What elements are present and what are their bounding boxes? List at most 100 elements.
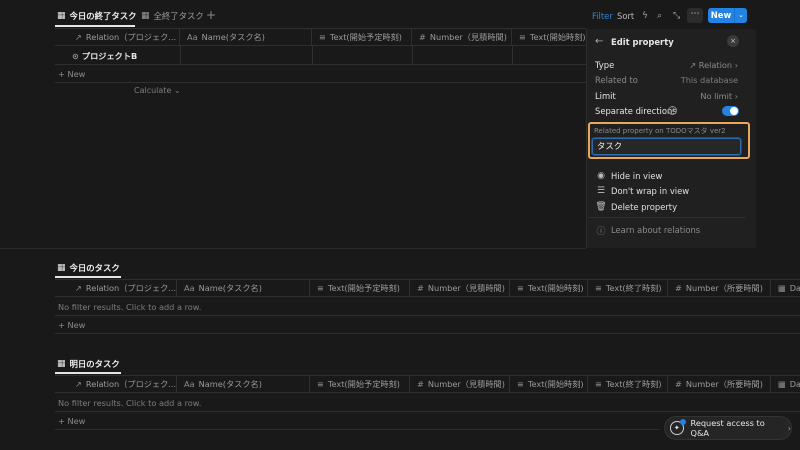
column-header[interactable]: # Number（見積時間): [412, 29, 512, 45]
column-header[interactable]: ≡ Text(開始時刻): [512, 29, 586, 45]
column-label: Number（見積時間): [427, 379, 505, 389]
column-label: Text(終了時刻): [605, 283, 662, 293]
number-icon: #: [675, 379, 682, 389]
notification-dot: [679, 419, 686, 425]
column-header[interactable]: # Number（所要時間): [668, 376, 771, 392]
section-underline: [55, 372, 121, 374]
page-link-icon: ⊙: [72, 51, 79, 61]
view-divider: [0, 248, 586, 249]
column-header[interactable]: ▦Dat: [771, 280, 800, 296]
column-header[interactable]: ≡ Text(終了時刻): [588, 280, 668, 296]
add-view-button[interactable]: +: [206, 8, 216, 22]
column-header[interactable]: # Number（見積時間): [410, 280, 510, 296]
more-options-button[interactable]: ⋯: [687, 8, 703, 23]
tab-all-done[interactable]: ▦ 全終了タスク: [141, 9, 204, 23]
active-tab-indicator: [55, 25, 135, 27]
section-underline: [55, 276, 121, 278]
table-header-row: ↗ Relation（プロジェク... Aa Name(タスク名) ≡ Text(開始…: [55, 279, 800, 297]
relation-icon: ↗: [75, 283, 82, 293]
panel-divider: [588, 217, 746, 218]
column-divider: [180, 46, 181, 64]
column-label: Name(タスク名): [201, 32, 265, 42]
filter-button[interactable]: Filter: [592, 9, 613, 23]
table-icon: ▦: [57, 11, 66, 21]
column-label: Text(開始時刻): [529, 32, 586, 42]
new-dropdown-button[interactable]: ⌄: [734, 8, 747, 23]
column-header[interactable]: ≡ Text(開始予定時刻): [310, 376, 410, 392]
sort-button[interactable]: Sort: [617, 9, 634, 23]
empty-state-message[interactable]: No filter results. Click to add a row.: [58, 398, 201, 408]
title-icon: Aa: [184, 283, 195, 293]
relation-value: プロジェクトB: [81, 51, 138, 61]
text-icon: ≡: [317, 379, 324, 389]
table-icon: ▦: [57, 263, 66, 273]
tab-today-done[interactable]: ▦ 今日の終了タスク: [57, 9, 137, 23]
calculate-button[interactable]: Calculate ⌄: [134, 86, 181, 95]
new-button-group: New ⌄: [708, 8, 747, 23]
table-header-row: ↗ Relation（プロジェク... Aa Name(タスク名) ≡ Text(開始…: [55, 375, 800, 393]
title-icon: Aa: [184, 379, 195, 389]
date-icon: ▦: [778, 379, 786, 389]
column-header[interactable]: ≡ Text(開始予定時刻): [310, 280, 410, 296]
automation-icon[interactable]: ϟ: [642, 9, 648, 23]
table-row[interactable]: ⊙ プロジェクトB: [72, 50, 137, 62]
section-title-label: 今日のタスク: [69, 263, 120, 273]
add-row-button[interactable]: + New: [58, 69, 85, 79]
request-access-button[interactable]: ✦ Request access to Q&A ›: [664, 416, 792, 440]
column-header[interactable]: ↗ Relation（プロジェク...: [55, 280, 177, 296]
lines-icon: ☰: [596, 186, 606, 196]
column-divider: [312, 46, 313, 64]
column-header[interactable]: Aa Name(タスク名): [177, 376, 310, 392]
number-icon: #: [675, 283, 682, 293]
column-header[interactable]: ≡ Text(開始時刻): [510, 376, 588, 392]
expand-icon[interactable]: ⤡: [673, 9, 680, 23]
text-icon: ≡: [595, 379, 602, 389]
number-icon: #: [417, 283, 424, 293]
column-header[interactable]: Aa Name(タスク名): [177, 280, 310, 296]
column-label: Relation（プロジェク...: [85, 379, 177, 389]
add-row-button[interactable]: + New: [58, 416, 85, 426]
add-row-button[interactable]: + New: [58, 320, 85, 330]
trash-icon: 🗑: [595, 202, 607, 212]
section-title-tomorrow[interactable]: ▦ 明日のタスク: [57, 357, 120, 371]
column-label: Number（所要時間): [685, 379, 763, 389]
related-property-input[interactable]: タスク: [592, 138, 741, 155]
column-header[interactable]: Aa Name(タスク名): [180, 29, 312, 45]
new-button[interactable]: New: [708, 8, 734, 23]
view-tab-bar: ▦ 今日の終了タスク ▦ 全終了タスク + Filter Sort ϟ ⌕ ⤡ …: [0, 0, 800, 29]
table-icon: ▦: [141, 11, 150, 21]
separate-directions-label: Separate directions: [595, 106, 677, 116]
column-label: Text(開始予定時刻): [329, 32, 402, 42]
menu-item-label: Hide in view: [611, 171, 663, 181]
column-header[interactable]: ≡ Text(開始時刻): [510, 280, 588, 296]
hide-in-view-item[interactable]: ◉ Hide in view: [595, 170, 662, 182]
column-header[interactable]: ≡ Text(開始予定時刻): [312, 29, 412, 45]
number-icon: #: [419, 32, 426, 42]
people-icon: ✦: [670, 419, 686, 435]
back-arrow-icon[interactable]: ←: [595, 36, 603, 47]
learn-relations-link[interactable]: ⓘ Learn about relations: [595, 224, 701, 237]
close-icon[interactable]: ×: [727, 35, 739, 47]
limit-selector[interactable]: No limit ›: [700, 91, 738, 101]
dont-wrap-item[interactable]: ☰ Don't wrap in view: [595, 185, 689, 197]
column-header[interactable]: ▦Dat: [771, 376, 800, 392]
column-header[interactable]: ↗ Relation（プロジェク...: [55, 29, 180, 45]
empty-state-message[interactable]: No filter results. Click to add a row.: [58, 302, 201, 312]
column-header[interactable]: ↗ Relation（プロジェク...: [55, 376, 177, 392]
column-label: Number（所要時間): [685, 283, 763, 293]
column-header[interactable]: ≡ Text(終了時刻): [588, 376, 668, 392]
row-divider: [55, 64, 586, 65]
menu-item-label: Don't wrap in view: [611, 186, 690, 196]
menu-item-label: Learn about relations: [611, 225, 701, 235]
search-icon[interactable]: ⌕: [657, 9, 662, 23]
column-header[interactable]: # Number（見積時間): [410, 376, 510, 392]
limit-label: Limit: [595, 91, 616, 101]
delete-property-item[interactable]: 🗑 Delete property: [595, 201, 677, 213]
chevron-right-icon: ›: [787, 423, 791, 433]
section-title-today[interactable]: ▦ 今日のタスク: [57, 261, 120, 275]
type-selector[interactable]: ↗ Relation ›: [689, 60, 738, 70]
info-icon[interactable]: ?: [668, 106, 677, 115]
column-header[interactable]: # Number（所要時間): [668, 280, 771, 296]
text-icon: ≡: [319, 32, 326, 42]
separate-directions-toggle[interactable]: [722, 106, 739, 116]
